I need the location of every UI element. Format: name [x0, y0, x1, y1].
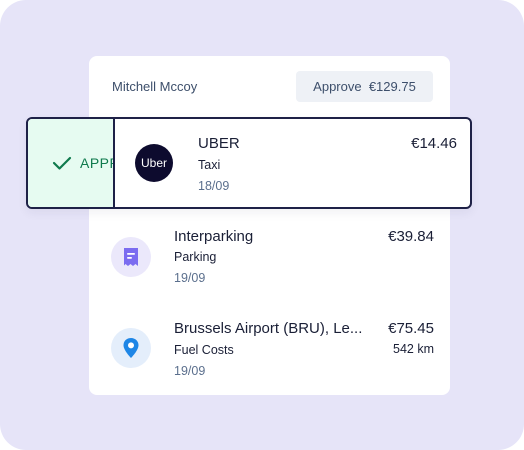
employee-name: Mitchell Mccoy: [112, 79, 198, 94]
expense-row-brussels-airport[interactable]: Brussels Airport (BRU), Le... Fuel Costs…: [89, 308, 450, 400]
uber-logo-text: Uber: [140, 156, 167, 170]
expense-category: Fuel Costs: [174, 343, 234, 357]
card-header: Mitchell Mccoy Approve €129.75: [89, 56, 450, 118]
expense-amount: €14.46: [411, 135, 457, 152]
swipe-action-label: APPROVE: [80, 155, 113, 171]
expense-merchant: UBER: [198, 135, 240, 152]
expense-amount: €39.84: [388, 228, 434, 245]
approve-all-button[interactable]: Approve €129.75: [296, 71, 433, 102]
expense-row-interparking[interactable]: Interparking Parking 19/09 €39.84: [89, 216, 450, 308]
expense-report-card: Mitchell Mccoy Approve €129.75 Interpark…: [89, 56, 450, 395]
approve-button-amount: €129.75: [368, 79, 416, 94]
swipe-approve-action[interactable]: APPROVE: [28, 119, 115, 207]
expense-date: 19/09: [174, 271, 206, 285]
page-background: Mitchell Mccoy Approve €129.75 Interpark…: [0, 0, 524, 450]
expense-date: 18/09: [198, 179, 230, 193]
checkmark-icon: [52, 156, 72, 170]
uber-logo: Uber: [135, 144, 173, 182]
expense-distance: 542 km: [393, 342, 434, 356]
approve-button-label: Approve: [313, 79, 362, 94]
location-pin-icon: [111, 328, 151, 368]
expense-row-uber-swiped[interactable]: APPROVE Uber UBER Taxi 18/09 €14.46: [26, 117, 472, 209]
expense-category: Taxi: [198, 158, 221, 172]
expense-merchant: Brussels Airport (BRU), Le...: [174, 320, 363, 337]
expense-amount: €75.45: [388, 320, 434, 337]
expense-merchant: Interparking: [174, 228, 254, 245]
expense-category: Parking: [174, 250, 217, 264]
receipt-icon: [111, 237, 151, 277]
expense-date: 19/09: [174, 364, 206, 378]
expense-row-content: Uber UBER Taxi 18/09 €14.46: [115, 119, 470, 207]
